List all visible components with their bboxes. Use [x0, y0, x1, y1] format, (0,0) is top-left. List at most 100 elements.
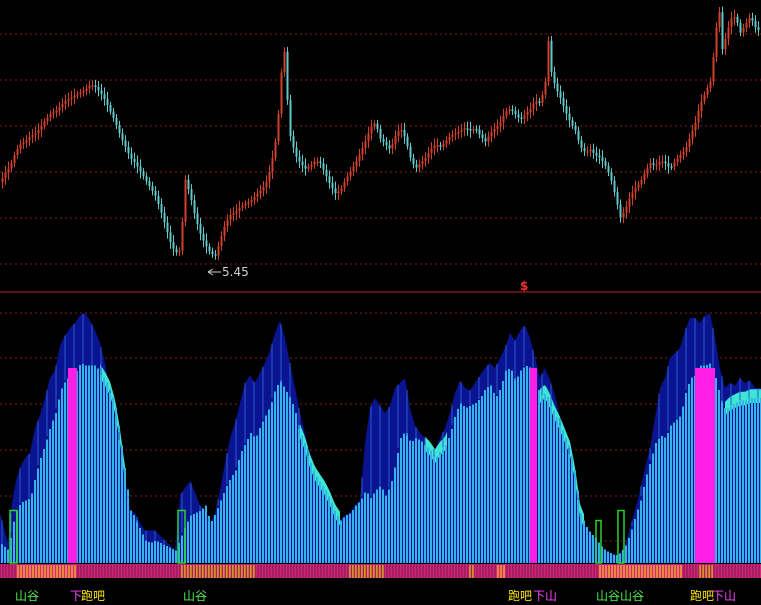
- indicator-bar: [574, 470, 576, 563]
- indicator-bar: [646, 474, 648, 563]
- indicator-bar: [118, 426, 120, 563]
- candle-body: [286, 51, 289, 101]
- indicator-bar: [220, 500, 222, 563]
- indicator-bar: [670, 425, 672, 563]
- indicator-bar: [13, 521, 15, 563]
- candle-body: [202, 233, 205, 241]
- indicator-bar: [565, 438, 567, 563]
- candle-body: [151, 186, 154, 191]
- candle-body: [592, 149, 595, 153]
- candle-body: [184, 179, 187, 222]
- indicator-bar: [724, 408, 726, 563]
- candle-body: [220, 236, 223, 246]
- candle-body: [112, 111, 115, 119]
- indicator-bar: [148, 542, 150, 563]
- indicator-bar: [277, 385, 279, 563]
- candle-body: [706, 88, 709, 95]
- candle-body: [94, 85, 97, 88]
- candle-body: [7, 168, 10, 173]
- candle-body: [19, 144, 22, 150]
- candle-body: [385, 141, 388, 146]
- candle-body: [628, 198, 631, 207]
- candle-body: [310, 164, 313, 168]
- indicator-bar: [457, 409, 459, 563]
- indicator-bar: [157, 541, 159, 563]
- candle-body: [346, 176, 349, 182]
- indicator-bar: [538, 390, 540, 563]
- indicator-bar: [268, 409, 270, 563]
- candle-body: [166, 222, 169, 233]
- candle-body: [607, 165, 610, 173]
- signal-label: 山谷: [15, 589, 39, 603]
- candle-body: [67, 99, 70, 101]
- indicator-bar: [451, 429, 453, 563]
- candle-body: [364, 141, 367, 148]
- candle-body: [160, 204, 163, 213]
- candle-body: [655, 164, 658, 167]
- indicator-bar: [298, 425, 300, 563]
- candle-body: [661, 161, 664, 164]
- candle-body: [550, 40, 553, 72]
- indicator-bar: [40, 458, 42, 563]
- indicator-bar: [385, 495, 387, 563]
- indicator-bar: [109, 388, 111, 563]
- indicator-bar: [1, 543, 3, 563]
- indicator-bar: [490, 385, 492, 563]
- candle-body: [145, 176, 148, 182]
- candle-body: [16, 149, 19, 156]
- indicator-bar: [754, 398, 756, 563]
- candle-body: [136, 162, 139, 167]
- indicator-bar: [514, 378, 516, 563]
- indicator-bar: [742, 400, 744, 563]
- indicator-bar: [49, 429, 51, 563]
- indicator-bar: [718, 390, 720, 563]
- indicator-bar: [121, 445, 123, 563]
- candle-body: [739, 22, 742, 33]
- indicator-bar: [418, 439, 420, 563]
- candle-body: [28, 137, 31, 141]
- candle-body: [73, 95, 76, 98]
- indicator-bar: [145, 540, 147, 563]
- indicator-bar: [592, 535, 594, 563]
- indicator-bar: [52, 420, 54, 563]
- candle-body: [562, 97, 565, 107]
- candle-body: [10, 163, 13, 169]
- candle-body: [43, 121, 46, 127]
- indicator-bar: [271, 402, 273, 563]
- indicator-bar: [262, 421, 264, 563]
- candle-body: [430, 148, 433, 153]
- indicator-bar: [727, 408, 729, 563]
- indicator-bar: [367, 493, 369, 563]
- candle-body: [487, 136, 490, 142]
- indicator-bar: [187, 521, 189, 563]
- indicator-bar: [478, 400, 480, 563]
- indicator-bar: [28, 499, 30, 563]
- indicator-bar: [43, 449, 45, 563]
- candle-body: [568, 113, 571, 121]
- candle-body: [733, 16, 736, 19]
- candle-body: [754, 20, 757, 28]
- candle-body: [118, 125, 121, 134]
- indicator-bar: [313, 470, 315, 563]
- indicator-bar: [691, 377, 693, 563]
- indicator-bar: [484, 390, 486, 563]
- indicator-bar: [751, 398, 753, 563]
- candle-body: [292, 136, 295, 148]
- indicator-bar: [397, 453, 399, 563]
- candle-body: [244, 204, 247, 206]
- candle-body: [583, 147, 586, 152]
- candle-body: [100, 90, 103, 95]
- indicator-bar: [358, 502, 360, 563]
- indicator-bar: [46, 439, 48, 563]
- candle-body: [142, 171, 145, 177]
- candle-body: [52, 112, 55, 115]
- indicator-bar: [502, 381, 504, 563]
- indicator-bar: [649, 464, 651, 563]
- candle-body: [541, 94, 544, 103]
- candle-body: [448, 137, 451, 141]
- candle-body: [121, 133, 124, 141]
- indicator-bar: [661, 436, 663, 563]
- candle-body: [289, 100, 292, 136]
- indicator-bar: [172, 549, 174, 563]
- candle-body: [40, 126, 43, 131]
